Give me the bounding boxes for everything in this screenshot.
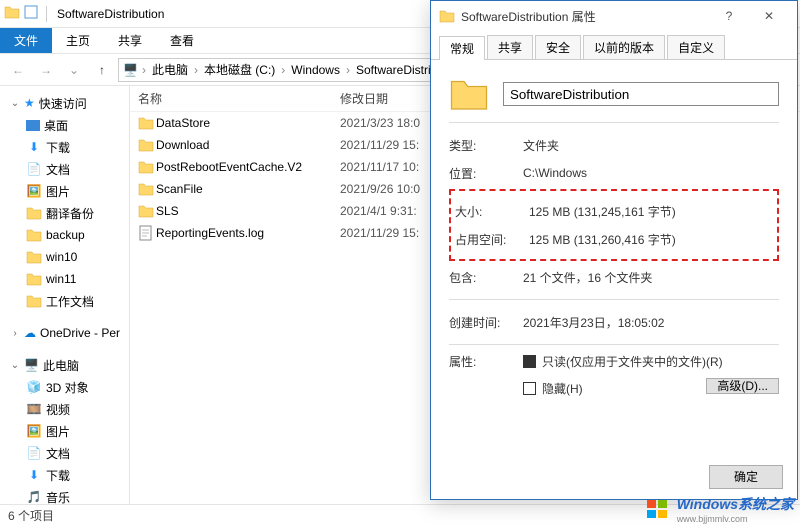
nav-thispc[interactable]: ⌄🖥️此电脑 — [0, 354, 129, 376]
file-name: SLS — [156, 204, 340, 218]
properties-icon[interactable] — [24, 5, 38, 22]
dialog-titlebar: SoftwareDistribution 属性 ? ✕ — [431, 1, 797, 31]
windows-logo-icon — [645, 496, 671, 522]
app-folder-icon — [4, 4, 20, 23]
nav-back-button[interactable]: ← — [6, 58, 30, 82]
crumb-drive[interactable]: 本地磁盘 (C:) — [202, 61, 277, 78]
folder-icon — [136, 203, 156, 219]
dialog-folder-icon — [439, 8, 455, 24]
tab-general[interactable]: 常规 — [439, 36, 485, 60]
ok-button[interactable]: 确定 — [709, 465, 783, 489]
folder-icon — [136, 137, 156, 153]
nav-music[interactable]: 🎵音乐 — [0, 486, 129, 504]
file-name: ReportingEvents.log — [156, 226, 340, 240]
dialog-title: SoftwareDistribution 属性 — [461, 8, 596, 25]
file-name: PostRebootEventCache.V2 — [156, 160, 340, 174]
nav-work-docs[interactable]: 工作文档 — [0, 290, 129, 312]
nav-downloads[interactable]: ⬇下载 — [0, 136, 129, 158]
nav-onedrive[interactable]: ›☁OneDrive - Per — [0, 322, 129, 344]
tab-custom[interactable]: 自定义 — [667, 35, 725, 59]
col-name[interactable]: 名称 — [130, 90, 340, 107]
contains-value: 21 个文件，16 个文件夹 — [523, 269, 779, 286]
window-title: SoftwareDistribution — [57, 7, 164, 21]
nav-desktop[interactable]: 桌面 — [0, 114, 129, 136]
tab-file[interactable]: 文件 — [0, 28, 52, 53]
nav-forward-button[interactable]: → — [34, 58, 58, 82]
nav-documents2[interactable]: 📄文档 — [0, 442, 129, 464]
status-text: 6 个项目 — [8, 507, 54, 524]
location-value: C:\Windows — [523, 166, 779, 180]
folder-icon — [136, 159, 156, 175]
navigation-pane: ⌄★快速访问 桌面 ⬇下载 📄文档 🖼️图片 翻译备份 backup win10… — [0, 86, 130, 504]
nav-translate-backup[interactable]: 翻译备份 — [0, 202, 129, 224]
nav-3d[interactable]: 🧊3D 对象 — [0, 376, 129, 398]
nav-win10[interactable]: win10 — [0, 246, 129, 268]
checkbox-icon — [523, 382, 536, 395]
nav-up-button[interactable]: ↑ — [90, 58, 114, 82]
size-highlight-box: 大小:125 MB (131,245,161 字节) 占用空间:125 MB (… — [449, 189, 779, 261]
size-value: 125 MB (131,245,161 字节) — [529, 203, 773, 220]
folder-icon — [136, 115, 156, 131]
tab-share[interactable]: 共享 — [487, 35, 533, 59]
tab-share[interactable]: 共享 — [104, 28, 156, 53]
quick-access-toolbar — [4, 4, 51, 23]
nav-pictures[interactable]: 🖼️图片 — [0, 180, 129, 202]
dialog-close-button[interactable]: ✕ — [749, 9, 789, 23]
nav-quick-access[interactable]: ⌄★快速访问 — [0, 92, 129, 114]
created-value: 2021年3月23日，18:05:02 — [523, 314, 779, 331]
crumb-windows[interactable]: Windows — [289, 63, 342, 77]
properties-dialog: SoftwareDistribution 属性 ? ✕ 常规 共享 安全 以前的… — [430, 0, 798, 500]
dialog-help-button[interactable]: ? — [709, 9, 749, 23]
nav-downloads2[interactable]: ⬇下载 — [0, 464, 129, 486]
nav-recent-button[interactable]: ⌄ — [62, 58, 86, 82]
tab-home[interactable]: 主页 — [52, 28, 104, 53]
file-name: DataStore — [156, 116, 340, 130]
file-icon — [136, 225, 156, 241]
folder-name-input[interactable] — [503, 82, 779, 106]
tab-previous[interactable]: 以前的版本 — [583, 35, 665, 59]
nav-pictures2[interactable]: 🖼️图片 — [0, 420, 129, 442]
readonly-checkbox[interactable]: 只读(仅应用于文件夹中的文件)(R) — [523, 353, 779, 370]
nav-win11[interactable]: win11 — [0, 268, 129, 290]
nav-backup[interactable]: backup — [0, 224, 129, 246]
checkbox-icon — [523, 355, 536, 368]
disk-value: 125 MB (131,260,416 字节) — [529, 231, 773, 248]
file-name: Download — [156, 138, 340, 152]
nav-videos[interactable]: 🎞️视频 — [0, 398, 129, 420]
type-value: 文件夹 — [523, 137, 779, 154]
watermark: Windows系统之家 www.bjjmmlv.com — [645, 494, 794, 524]
big-folder-icon — [449, 74, 489, 114]
advanced-button[interactable]: 高级(D)... — [706, 378, 779, 394]
file-name: ScanFile — [156, 182, 340, 196]
tab-view[interactable]: 查看 — [156, 28, 208, 53]
pc-icon: 🖥️ — [123, 63, 138, 77]
tab-security[interactable]: 安全 — [535, 35, 581, 59]
crumb-thispc[interactable]: 此电脑 — [150, 61, 190, 78]
nav-documents[interactable]: 📄文档 — [0, 158, 129, 180]
dialog-tabs: 常规 共享 安全 以前的版本 自定义 — [431, 31, 797, 60]
folder-icon — [136, 181, 156, 197]
